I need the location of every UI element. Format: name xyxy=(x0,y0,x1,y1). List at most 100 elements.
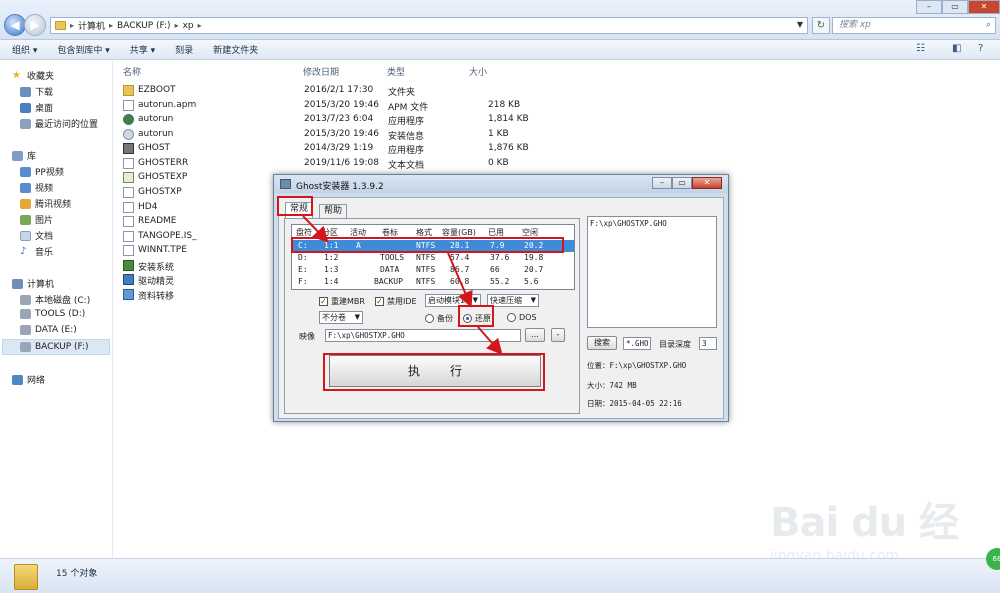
driver-icon xyxy=(123,274,134,285)
table-row[interactable]: autorun.apm 2015/3/20 19:46 APM 文件 218 K… xyxy=(120,99,540,113)
column-name[interactable]: 名称 xyxy=(123,65,141,78)
column-type[interactable]: 类型 xyxy=(387,65,405,78)
folder-icon xyxy=(123,85,134,96)
file-icon xyxy=(123,231,134,242)
sidebar-item-network[interactable]: 网络 xyxy=(12,373,45,386)
file-icon xyxy=(123,202,134,213)
sidebar-item-drive-f[interactable]: BACKUP (F:) xyxy=(2,339,110,355)
preview-pane-icon[interactable]: ◧ xyxy=(952,43,961,54)
sidebar-item-recent[interactable]: 最近访问的位置 xyxy=(20,117,98,130)
sidebar-item-music[interactable]: ♪ 音乐 xyxy=(20,245,53,258)
disable-ide-checkbox[interactable]: ✓ 禁用IDE xyxy=(375,296,417,307)
maximize-button[interactable]: ▭ xyxy=(942,0,968,14)
dos-radio[interactable]: DOS xyxy=(507,313,537,322)
browse-button[interactable]: ... xyxy=(525,328,545,342)
library-icon xyxy=(12,150,23,161)
highlight-general-tab xyxy=(277,196,313,216)
search-input[interactable]: 搜索 xp ⌕ xyxy=(832,17,996,34)
breadcrumb-computer[interactable]: 计算机 xyxy=(78,19,105,32)
dialog-title-bar[interactable]: Ghost安装器 1.3.9.2 – ▭ ✕ xyxy=(274,175,728,193)
back-button[interactable]: ◀ xyxy=(4,14,26,36)
table-row[interactable]: autorun 2013/7/23 6:04 应用程序 1,814 KB xyxy=(120,113,540,127)
share-menu[interactable]: 共享 ▾ xyxy=(130,43,155,56)
column-date[interactable]: 修改日期 xyxy=(303,65,339,78)
column-size[interactable]: 大小 xyxy=(469,65,487,78)
sidebar-item-tencent-video[interactable]: 腾讯视频 xyxy=(20,197,71,210)
depth-label: 目录深度 xyxy=(659,340,691,349)
breadcrumb-xp[interactable]: xp xyxy=(183,21,194,31)
location-info: 位置：F:\xp\GHOSTXP.GHO xyxy=(587,361,687,370)
baidu-watermark: Bai du 经验 jingyan.baidu.com xyxy=(770,500,959,593)
folder-icon xyxy=(55,21,66,30)
sidebar-item-pictures[interactable]: 图片 xyxy=(20,213,53,226)
burn-button[interactable]: 刻录 xyxy=(175,43,193,56)
table-row[interactable]: D: 1:2 TOOLS NTFS 57.4 37.6 19.8 xyxy=(292,252,574,264)
search-button[interactable]: 搜索 xyxy=(587,336,617,350)
sidebar-item-drive-e[interactable]: DATA (E:) xyxy=(20,325,77,335)
new-folder-button[interactable]: 新建文件夹 xyxy=(213,43,258,56)
split-select[interactable]: 不分卷 ▼ xyxy=(319,311,363,324)
dialog-maximize-button[interactable]: ▭ xyxy=(672,177,692,189)
sidebar-item-favorites[interactable]: ★ 收藏夹 xyxy=(12,69,54,82)
table-row[interactable]: EZBOOT 2016/2/1 17:30 文件夹 xyxy=(120,84,540,98)
video-folder-icon xyxy=(20,198,31,209)
sidebar-item-documents[interactable]: 文档 xyxy=(20,229,53,242)
file-icon xyxy=(123,187,134,198)
table-row[interactable]: F: 1:4 BACKUP NTFS 60.8 55.2 5.6 xyxy=(292,276,574,288)
size-info: 大小：742 MB xyxy=(587,381,637,390)
refresh-button[interactable]: ↻ xyxy=(812,17,830,34)
table-row[interactable]: E: 1:3 DATA NTFS 86.7 66 20.7 xyxy=(292,264,574,276)
organize-menu[interactable]: 组织 ▾ xyxy=(12,43,37,56)
chevron-down-icon[interactable]: ▼ xyxy=(797,20,803,29)
view-icon[interactable]: ☷ xyxy=(916,43,925,54)
ghost-icon xyxy=(123,143,134,154)
dialog-close-button[interactable]: ✕ xyxy=(692,177,722,189)
text-file-icon xyxy=(123,158,134,169)
sidebar-item-drive-d[interactable]: TOOLS (D:) xyxy=(20,309,85,319)
download-icon xyxy=(20,86,31,97)
status-bar: 15 个对象 xyxy=(0,558,1000,593)
compression-select[interactable]: 快速压缩 ▼ xyxy=(487,294,539,307)
sidebar-item-video[interactable]: 视频 xyxy=(20,181,53,194)
sidebar-item-desktop[interactable]: 桌面 xyxy=(20,101,53,114)
image-path-input[interactable]: F:\xp\GHOSTXP.GHO xyxy=(325,329,521,342)
rebuild-mbr-checkbox[interactable]: ✓ 重建MBR xyxy=(319,296,365,307)
drive-icon xyxy=(20,342,31,352)
sidebar-item-drive-c[interactable]: 本地磁盘 (C:) xyxy=(20,293,90,306)
include-library-menu[interactable]: 包含到库中 ▾ xyxy=(57,43,109,56)
ghost-app-icon xyxy=(280,179,291,189)
sidebar-item-library[interactable]: 库 xyxy=(12,149,36,162)
tab-help[interactable]: 帮助 xyxy=(319,204,347,218)
backup-radio[interactable]: 备份 xyxy=(425,313,453,324)
sidebar-item-computer[interactable]: 计算机 xyxy=(12,277,54,290)
video-folder-icon xyxy=(20,166,31,177)
file-list-header: 名称 修改日期 类型 大小 xyxy=(113,61,1000,78)
table-row[interactable]: autorun 2015/3/20 19:46 安装信息 1 KB xyxy=(120,128,540,142)
highlight-partition-row xyxy=(291,237,564,253)
table-row[interactable]: GHOST 2014/3/29 1:19 应用程序 1,876 KB xyxy=(120,142,540,156)
app-icon xyxy=(123,114,134,125)
depth-input[interactable]: 3 xyxy=(699,337,717,350)
image-list[interactable]: F:\xp\GHOSTXP.GHO xyxy=(587,216,717,328)
drive-icon xyxy=(20,325,31,335)
remove-button[interactable]: - xyxy=(551,328,565,342)
list-item[interactable]: F:\xp\GHOSTXP.GHO xyxy=(590,219,714,228)
highlight-execute-button xyxy=(323,353,545,391)
extension-input[interactable]: *.GHO xyxy=(623,337,651,350)
forward-button[interactable]: ▶ xyxy=(24,14,46,36)
sidebar-item-pp-video[interactable]: PP视频 xyxy=(20,165,64,178)
minimize-button[interactable]: – xyxy=(916,0,942,14)
image-label: 映像 xyxy=(299,332,315,341)
help-icon[interactable]: ? xyxy=(978,43,983,54)
address-box[interactable]: ▸ 计算机 ▸ BACKUP (F:) ▸ xp ▸ ▼ xyxy=(50,17,808,34)
table-row[interactable]: GHOSTERR 2019/11/6 19:08 文本文档 0 KB xyxy=(120,157,540,171)
dialog-minimize-button[interactable]: – xyxy=(652,177,672,189)
sidebar-item-downloads[interactable]: 下载 xyxy=(20,85,53,98)
close-button[interactable]: ✕ xyxy=(968,0,1000,14)
breadcrumb-backup[interactable]: BACKUP (F:) xyxy=(117,21,171,31)
item-count: 15 个对象 xyxy=(56,569,98,579)
partition-table[interactable]: 盘符 分区 活动 卷标 格式 容量(GB) 已用 空闲 C: 1:1 A NTF… xyxy=(291,224,575,290)
music-icon: ♪ xyxy=(20,245,27,257)
pictures-icon xyxy=(20,214,31,225)
date-info: 日期：2015-04-05 22:16 xyxy=(587,399,682,408)
